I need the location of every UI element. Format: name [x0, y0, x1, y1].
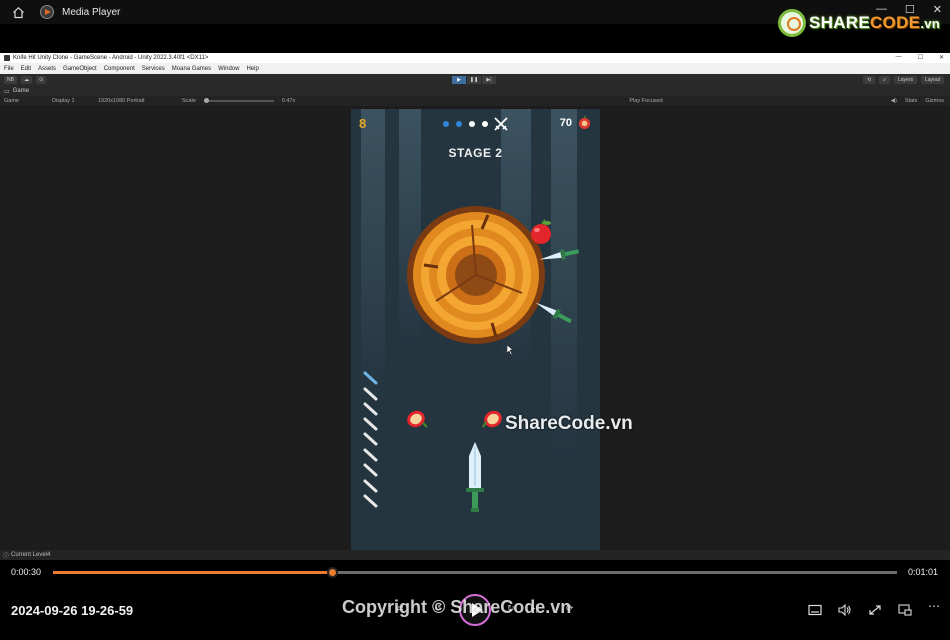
seek-bar: 0:00:30 0:01:01 [0, 562, 950, 582]
game-tab-icon: ▭ [4, 88, 10, 95]
target-log[interactable] [406, 205, 546, 345]
unity-close-button[interactable]: ✕ [939, 54, 944, 61]
unity-toolbar: NB ☁ ⊙ ▶ ❚❚ ▶| ⟲ ⌕ Layers Layout [0, 74, 950, 86]
cloud-icon[interactable]: ☁ [20, 76, 32, 84]
apple-half-icon [407, 410, 428, 428]
game-view[interactable]: 8 70 STAGE 2 [351, 109, 600, 550]
stage-progress-dots [443, 121, 488, 127]
view-dropdown[interactable]: Game [4, 98, 44, 104]
scale-value: 0.47x [281, 98, 296, 104]
stage-dot [482, 121, 488, 127]
home-icon[interactable] [10, 4, 26, 20]
gizmos-button[interactable]: Gizmos [925, 98, 944, 104]
step-button[interactable]: ▶| [482, 76, 496, 84]
copyright-watermark: Copyright © ShareCode.vn [342, 597, 572, 617]
menu-moana-games[interactable]: Moana Games [172, 66, 211, 72]
watermark-text: ShareCode.vn [505, 413, 633, 434]
crossed-swords-icon [494, 117, 508, 131]
tab-game[interactable]: Game [13, 88, 29, 94]
unity-status-bar: ⓘ Current Level4 [0, 550, 950, 560]
history-icon[interactable]: ⟲ [862, 76, 876, 84]
unity-window-title: Knife Hit Unity Clone - GameScene - Andr… [13, 55, 209, 61]
playmode-controls: ▶ ❚❚ ▶| [452, 76, 496, 84]
mouse-cursor-icon [507, 345, 514, 355]
logo-emblem-icon [777, 9, 806, 37]
play-focused-dropdown[interactable]: Play Focused [629, 98, 662, 104]
clip-title: 2024-09-26 19-26-59 [11, 603, 134, 618]
app-title: Media Player [62, 6, 121, 18]
apple-target-icon [531, 219, 551, 244]
mini-player-icon[interactable] [898, 604, 912, 616]
unity-titlebar: Knife Hit Unity Clone - GameScene - Andr… [0, 53, 950, 63]
unity-icon [4, 55, 10, 61]
menu-assets[interactable]: Assets [38, 66, 56, 72]
more-options-icon[interactable]: ⋯ [928, 599, 940, 613]
seek-track[interactable] [53, 567, 897, 578]
current-time: 0:00:30 [11, 567, 42, 577]
sharecode-logo: SHARECODE.vn [777, 9, 940, 37]
resolution-dropdown[interactable]: 1920x1080 Portrait [98, 98, 174, 104]
seek-thumb[interactable] [326, 567, 338, 578]
logo-text-domain: .vn [920, 16, 940, 31]
game-tab-bar: ▭ Game [0, 86, 950, 96]
stage-dot [469, 121, 475, 127]
total-time: 0:01:01 [907, 567, 938, 577]
logo-text-suffix: CODE [869, 13, 921, 32]
unity-minimize-button[interactable]: — [896, 54, 902, 61]
info-icon: ⓘ [3, 553, 10, 560]
menu-component[interactable]: Component [104, 66, 135, 72]
unity-menubar: File Edit Assets GameObject Component Se… [0, 63, 950, 74]
stage-dot [456, 121, 462, 127]
subtitles-icon[interactable] [808, 604, 822, 616]
seek-progress [53, 571, 332, 574]
display-dropdown[interactable]: Display 1 [52, 98, 90, 104]
scale-label: Scale [182, 98, 196, 104]
stage-dot [443, 121, 449, 127]
apple-half-icon [482, 410, 502, 428]
audio-icon[interactable]: ◀) [891, 98, 897, 104]
menu-services[interactable]: Services [142, 66, 165, 72]
collab-icon[interactable]: ⊙ [35, 76, 47, 84]
fullscreen-icon[interactable] [868, 604, 882, 616]
apple-icon [578, 115, 591, 130]
unity-editor-window: Knife Hit Unity Clone - GameScene - Andr… [0, 53, 950, 560]
stage-title: STAGE 2 [448, 146, 503, 160]
stats-button[interactable]: Stats [905, 98, 918, 104]
menu-help[interactable]: Help [246, 66, 258, 72]
remaining-knives-icon [363, 371, 378, 508]
knives-left-count: 8 [359, 116, 367, 131]
unity-maximize-button[interactable]: ☐ [918, 54, 923, 61]
status-message: Current Level4 [11, 552, 51, 558]
player-knife-icon[interactable] [464, 442, 486, 512]
game-view-toolbar: Game Display 1 1920x1080 Portrait Scale … [0, 96, 950, 106]
menu-edit[interactable]: Edit [21, 66, 31, 72]
media-player-app-icon [40, 5, 54, 19]
apple-score: 70 [559, 117, 572, 129]
logo-text-prefix: SHARE [808, 13, 870, 32]
menu-file[interactable]: File [4, 66, 14, 72]
layers-dropdown[interactable]: Layers [893, 76, 917, 84]
account-button[interactable]: NB [4, 76, 17, 84]
menu-window[interactable]: Window [218, 66, 239, 72]
pause-mode-button[interactable]: ❚❚ [467, 76, 481, 84]
play-mode-button[interactable]: ▶ [452, 76, 466, 84]
search-icon[interactable]: ⌕ [879, 76, 890, 84]
scale-slider[interactable] [203, 98, 274, 103]
volume-icon[interactable] [838, 604, 852, 616]
menu-gameobject[interactable]: GameObject [63, 66, 97, 72]
layout-dropdown[interactable]: Layout [920, 76, 944, 84]
